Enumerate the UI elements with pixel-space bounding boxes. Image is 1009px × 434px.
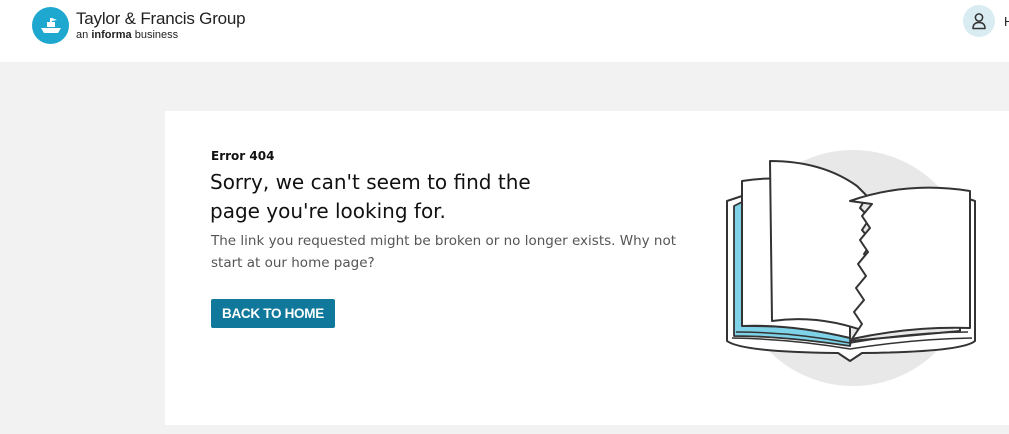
back-to-home-button[interactable]: BACK TO HOME <box>211 299 335 328</box>
account-menu[interactable]: H <box>963 5 1009 37</box>
page-title: Sorry, we can't seem to find the page yo… <box>210 170 531 223</box>
logo-name: Taylor & Francis Group <box>76 9 246 28</box>
error-card: Error 404 Sorry, we can't seem to find t… <box>165 111 1009 425</box>
logo-tagline: an informa business <box>76 29 179 41</box>
user-icon[interactable] <box>963 5 995 37</box>
error-message: The link you requested might be broken o… <box>211 233 677 271</box>
error-code: Error 404 <box>211 149 275 163</box>
ship-logo-icon <box>32 7 69 44</box>
site-header: Taylor & Francis Group an informa busine… <box>0 0 1009 62</box>
torn-book-icon <box>722 146 982 392</box>
account-label[interactable]: H <box>1004 14 1009 29</box>
logo-link[interactable]: Taylor & Francis Group an informa busine… <box>32 7 246 44</box>
